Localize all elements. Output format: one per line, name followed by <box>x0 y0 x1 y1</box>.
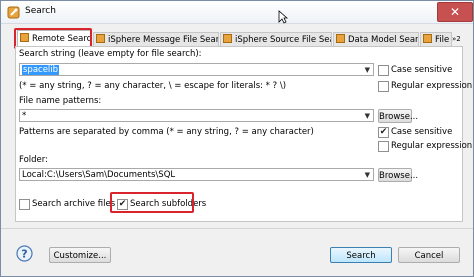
chevron-down-icon[interactable]: ▼ <box>365 110 370 123</box>
browse-folder-button[interactable]: Browse... <box>378 168 418 182</box>
browse-patterns-button[interactable]: Browse... <box>378 109 418 123</box>
search-tab-icon <box>96 34 105 43</box>
remote-search-panel: Search string (leave empty for file sear… <box>15 46 472 222</box>
file-name-patterns-combo[interactable]: * ▼ <box>19 109 374 122</box>
tab-file-search[interactable]: File S <box>420 32 452 47</box>
wildcard-hint: (* = any string, ? = any character, \ = … <box>19 81 287 91</box>
folder-value: Local:C:\Users\Sam\Documents\SQL <box>22 170 176 180</box>
tab-label: Data Model Search <box>348 35 419 45</box>
tab-data-model-search[interactable]: Data Model Search <box>333 32 419 47</box>
footer-divider <box>1 228 473 229</box>
search-tab-icon <box>223 34 232 43</box>
search-string-combo[interactable]: spacelib ▼ <box>19 63 374 76</box>
search-dialog: Search ✕ Remote Search iSphere Message F… <box>0 0 474 277</box>
close-button[interactable]: ✕ <box>437 2 473 22</box>
case-sensitive-label: Case sensitive <box>391 65 453 75</box>
folder-label: Folder: <box>19 155 48 165</box>
tab-isphere-source-file-search[interactable]: iSphere Source File Search <box>220 32 332 47</box>
tab-overflow-chevron[interactable]: »2 <box>452 32 463 46</box>
search-subfolders-highlight <box>110 192 194 213</box>
file-name-patterns-label: File name patterns: <box>19 96 102 106</box>
regular-expression-label: Regular expression <box>391 81 473 91</box>
tab-isphere-message-file-search[interactable]: iSphere Message File Search <box>93 32 219 47</box>
customize-button[interactable]: Customize... <box>49 247 111 263</box>
chevron-down-icon[interactable]: ▼ <box>365 64 370 77</box>
search-archive-files-label: Search archive files <box>32 199 116 209</box>
search-tab-icon <box>423 34 432 43</box>
search-string-label: Search string (leave empty for file sear… <box>19 49 202 59</box>
tab-label: iSphere Message File Search <box>108 35 219 45</box>
help-icon[interactable]: ? <box>16 245 33 262</box>
regular-expression-patterns-label: Regular expression <box>391 141 473 151</box>
svg-text:?: ? <box>21 248 27 261</box>
mouse-cursor-icon <box>278 10 288 24</box>
search-string-value: spacelib <box>22 65 60 75</box>
close-icon: ✕ <box>449 5 461 19</box>
case-sensitive-checkbox[interactable] <box>378 65 389 76</box>
patterns-hint: Patterns are separated by comma (* = any… <box>19 127 314 137</box>
title-bar: Search ✕ <box>1 1 473 24</box>
search-flashlight-icon <box>7 6 20 19</box>
chevron-down-icon[interactable]: ▼ <box>365 169 370 182</box>
file-name-patterns-value: * <box>22 111 27 121</box>
case-sensitive-patterns-label: Case sensitive <box>391 127 453 137</box>
search-button[interactable]: Search <box>330 247 392 263</box>
tab-label: File S <box>435 35 451 45</box>
case-sensitive-patterns-checkbox[interactable]: ✔ <box>378 127 389 138</box>
regular-expression-patterns-checkbox[interactable] <box>378 141 389 152</box>
folder-combo[interactable]: Local:C:\Users\Sam\Documents\SQL ▼ <box>19 168 374 181</box>
regular-expression-checkbox[interactable] <box>378 81 389 92</box>
window-title: Search <box>25 6 56 16</box>
search-tab-icon <box>336 34 345 43</box>
tab-label: iSphere Source File Search <box>235 35 331 45</box>
cancel-button[interactable]: Cancel <box>398 247 460 263</box>
search-archive-files-checkbox[interactable] <box>19 199 30 210</box>
